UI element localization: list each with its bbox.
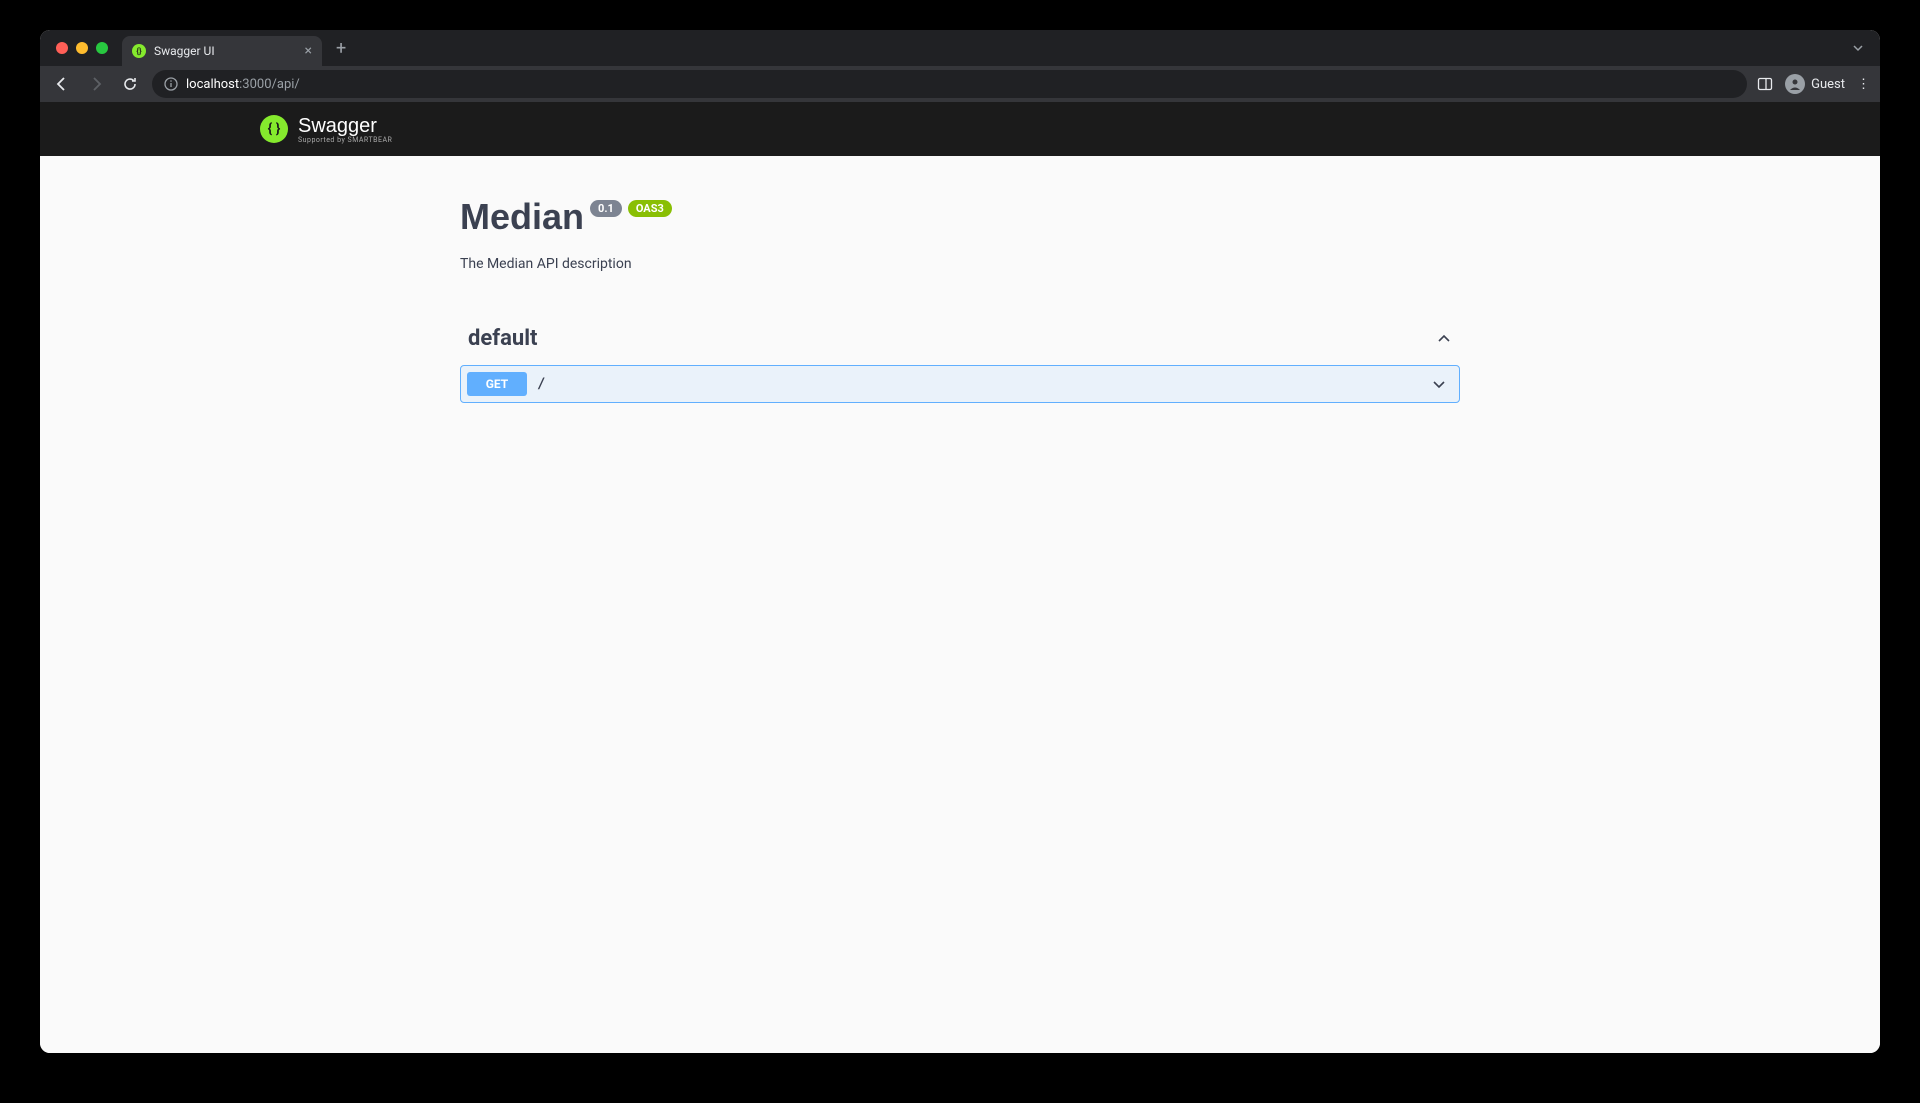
address-bar: localhost:3000/api/ Guest ⋮: [40, 66, 1880, 102]
browser-tab[interactable]: {} Swagger UI ×: [122, 36, 322, 66]
page-content: { } Swagger Supported by SMARTBEAR Media…: [40, 102, 1880, 1053]
forward-button[interactable]: [84, 72, 108, 96]
api-description: The Median API description: [460, 256, 1460, 272]
window-controls: [48, 42, 116, 54]
url-path: /api/: [272, 77, 300, 92]
profile-label: Guest: [1811, 77, 1845, 92]
info-icon: [164, 77, 178, 91]
back-button[interactable]: [50, 72, 74, 96]
swagger-favicon-icon: {}: [132, 44, 146, 58]
swagger-logo-icon: { }: [260, 115, 288, 143]
api-title: Median: [460, 196, 584, 238]
browser-tab-bar: {} Swagger UI × +: [40, 30, 1880, 66]
chevron-up-icon: [1436, 331, 1452, 347]
oas-badge: OAS3: [628, 200, 672, 217]
url-input[interactable]: localhost:3000/api/: [152, 70, 1747, 98]
swagger-logo-text: Swagger: [298, 115, 392, 138]
profile-button[interactable]: Guest: [1785, 74, 1845, 94]
method-badge: GET: [467, 372, 527, 396]
user-icon: [1785, 74, 1805, 94]
reload-button[interactable]: [118, 72, 142, 96]
window-maximize-button[interactable]: [96, 42, 108, 54]
new-tab-button[interactable]: +: [328, 38, 354, 59]
operation-row[interactable]: GET /: [460, 365, 1460, 403]
swagger-logo-subtext: Supported by SMARTBEAR: [298, 136, 392, 144]
url-host: localhost: [186, 77, 239, 92]
window-minimize-button[interactable]: [76, 42, 88, 54]
tag-name: default: [468, 326, 538, 351]
url-port: :3000: [239, 77, 271, 92]
tag-header[interactable]: default: [460, 322, 1460, 355]
panel-icon[interactable]: [1757, 76, 1773, 92]
menu-icon[interactable]: ⋮: [1857, 77, 1870, 92]
tab-title: Swagger UI: [154, 44, 215, 58]
tabs-overflow-button[interactable]: [1844, 42, 1872, 54]
close-icon[interactable]: ×: [305, 43, 312, 59]
window-close-button[interactable]: [56, 42, 68, 54]
operation-path: /: [537, 376, 545, 392]
swagger-logo: { } Swagger Supported by SMARTBEAR: [260, 115, 392, 144]
chevron-down-icon: [1431, 376, 1453, 392]
version-badge: 0.1: [590, 200, 622, 217]
swagger-top-bar: { } Swagger Supported by SMARTBEAR: [40, 102, 1880, 156]
